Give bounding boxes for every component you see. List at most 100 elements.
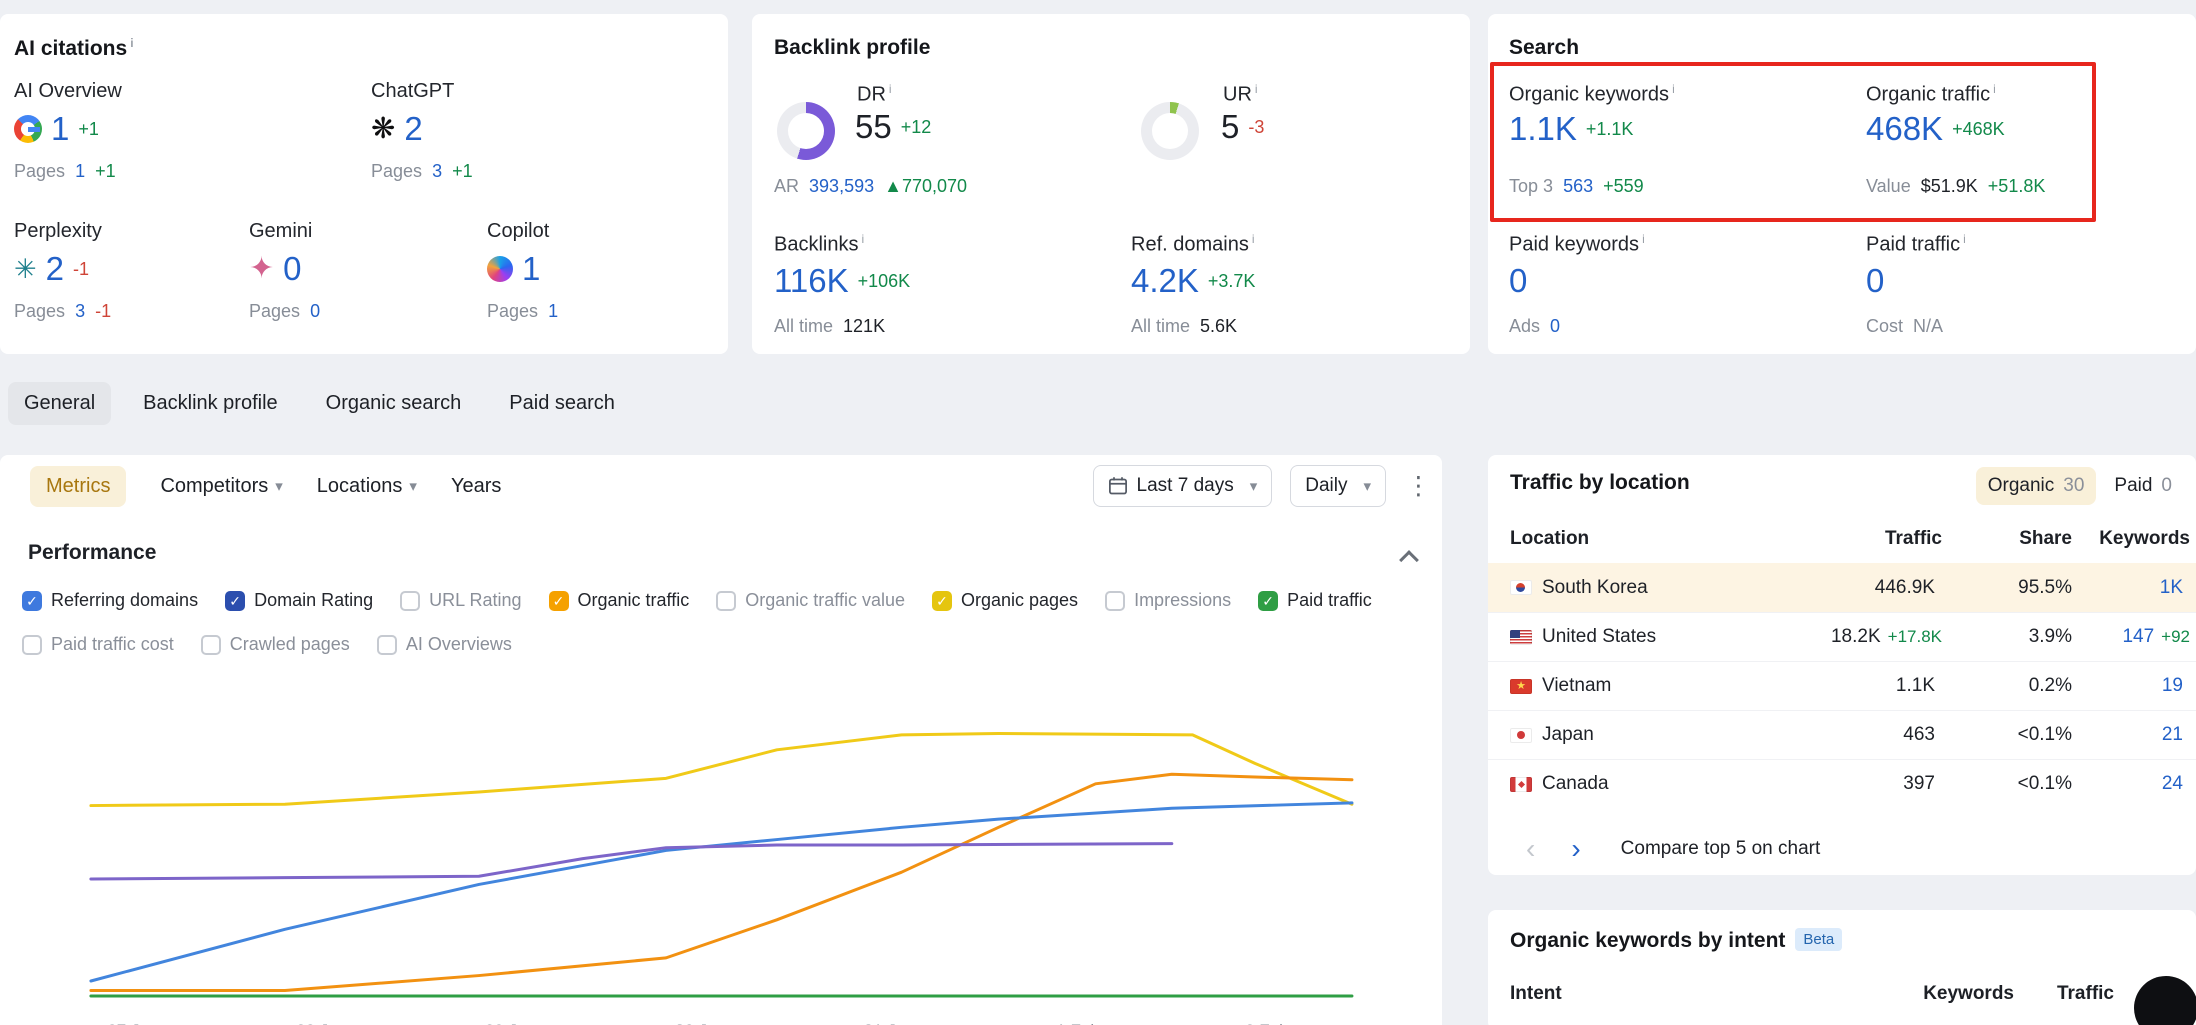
prev-page-icon[interactable]: [1526, 835, 1535, 863]
pages-value[interactable]: 1: [548, 301, 558, 321]
keywords-link[interactable]: 24: [2162, 773, 2183, 794]
organic-keywords-value[interactable]: 1.1K: [1509, 112, 1577, 147]
years-button[interactable]: Years: [451, 475, 501, 498]
paid-traffic-value[interactable]: 0: [1866, 264, 1884, 299]
alltime-value: 5.6K: [1200, 316, 1237, 336]
metric-toggle[interactable]: Impressions: [1105, 590, 1231, 611]
ads-label: Ads: [1509, 316, 1540, 336]
citations-value[interactable]: 2: [404, 112, 422, 147]
paid-keywords-value[interactable]: 0: [1509, 264, 1527, 299]
organic-keywords-label: Organic keywords: [1509, 84, 1669, 106]
top3-value[interactable]: 563: [1563, 176, 1593, 196]
info-icon[interactable]: [889, 82, 892, 96]
organic-traffic-value[interactable]: 468K: [1866, 112, 1943, 147]
info-icon[interactable]: [1252, 232, 1255, 246]
citations-value[interactable]: 2: [46, 252, 64, 287]
competitors-dropdown[interactable]: Competitors: [160, 475, 282, 498]
metric-toggle[interactable]: Crawled pages: [201, 634, 350, 655]
metric-checkbox[interactable]: [716, 591, 736, 611]
performance-title: Performance: [28, 541, 156, 565]
metric-toggle[interactable]: URL Rating: [400, 590, 521, 611]
x-axis-label: 1 Feb: [1056, 1021, 1099, 1025]
ads-value[interactable]: 0: [1550, 316, 1560, 336]
location-row[interactable]: Japan 463 <0.1% 21: [1488, 710, 2196, 759]
metric-toggle[interactable]: Domain Rating: [225, 590, 373, 611]
metric-checkbox[interactable]: [400, 591, 420, 611]
citations-value[interactable]: 1: [522, 252, 540, 287]
pages-value[interactable]: 1: [75, 161, 85, 181]
next-page-icon[interactable]: [1571, 835, 1580, 863]
info-icon[interactable]: [1993, 82, 1996, 96]
keywords-link[interactable]: 1K: [2160, 577, 2183, 598]
ref-domains-value[interactable]: 4.2K: [1131, 264, 1199, 299]
value-amount: $51.9K: [1921, 176, 1978, 196]
collapse-chevron-icon[interactable]: [1399, 550, 1419, 570]
granularity-selector[interactable]: Daily: [1290, 465, 1386, 507]
pages-value[interactable]: 3: [75, 301, 85, 321]
metric-toggle[interactable]: Paid traffic cost: [22, 634, 174, 655]
metric-checkbox[interactable]: [549, 591, 569, 611]
info-icon[interactable]: [130, 36, 133, 50]
metric-label: Paid traffic cost: [51, 634, 174, 655]
tab-organic-search[interactable]: Organic search: [310, 382, 478, 425]
ar-label: AR: [774, 176, 799, 196]
pages-label: Pages: [371, 161, 422, 181]
info-icon[interactable]: [1255, 82, 1258, 96]
keywords-link[interactable]: 147: [2122, 626, 2154, 647]
metric-toggle[interactable]: Organic pages: [932, 590, 1078, 611]
info-icon[interactable]: [861, 232, 864, 246]
organic-toggle[interactable]: Organic 30: [1976, 467, 2097, 505]
metric-label: Referring domains: [51, 590, 198, 611]
location-row[interactable]: Vietnam 1.1K 0.2% 19: [1488, 661, 2196, 710]
citations-value[interactable]: 0: [283, 252, 301, 287]
platform-name: Copilot: [487, 220, 563, 243]
series-domain-rating: [91, 844, 1172, 879]
metric-label: Crawled pages: [230, 634, 350, 655]
location-row[interactable]: South Korea 446.9K 95.5% 1K: [1488, 563, 2196, 612]
traffic-value: 18.2K: [1831, 626, 1881, 647]
info-icon[interactable]: [1672, 82, 1675, 96]
metric-checkbox[interactable]: [377, 635, 397, 655]
keywords-link[interactable]: 19: [2162, 675, 2183, 696]
pages-delta: -1: [95, 301, 111, 321]
tab-backlink-profile[interactable]: Backlink profile: [127, 382, 294, 425]
info-icon[interactable]: [1642, 232, 1645, 246]
pages-label: Pages: [14, 161, 65, 181]
metric-checkbox[interactable]: [225, 591, 245, 611]
locations-dropdown[interactable]: Locations: [317, 475, 417, 498]
tab-paid-search[interactable]: Paid search: [493, 382, 631, 425]
ai-item-perplexity: Perplexity 2 -1 Pages 3 -1: [14, 220, 116, 322]
metric-checkbox[interactable]: [1105, 591, 1125, 611]
metric-checkbox[interactable]: [932, 591, 952, 611]
location-row[interactable]: Canada 397 <0.1% 24: [1488, 759, 2196, 808]
paid-toggle[interactable]: Paid 0: [2102, 467, 2184, 505]
metric-toggle[interactable]: Paid traffic: [1258, 590, 1372, 611]
backlinks-label: Backlinks: [774, 234, 858, 256]
card-title: Organic keywords by intent: [1510, 929, 1785, 952]
share-value: <0.1%: [1942, 724, 2072, 746]
backlinks-value[interactable]: 116K: [774, 264, 849, 299]
more-options-icon[interactable]: [1406, 474, 1426, 499]
metric-toggle[interactable]: Organic traffic: [549, 590, 690, 611]
pages-value[interactable]: 3: [432, 161, 442, 181]
organic-count: 30: [2063, 475, 2084, 497]
metrics-button[interactable]: Metrics: [30, 466, 126, 507]
pages-value[interactable]: 0: [310, 301, 320, 321]
info-icon[interactable]: [1963, 232, 1966, 246]
location-row[interactable]: United States 18.2K+17.8K 3.9% 147+92: [1488, 612, 2196, 661]
metric-checkbox[interactable]: [1258, 591, 1278, 611]
citations-value[interactable]: 1: [51, 112, 69, 147]
metric-toggle[interactable]: AI Overviews: [377, 634, 512, 655]
date-range-selector[interactable]: Last 7 days: [1093, 465, 1273, 507]
metric-toggle[interactable]: Organic traffic value: [716, 590, 905, 611]
metric-label: Impressions: [1134, 590, 1231, 611]
ur-label: UR: [1223, 84, 1252, 106]
ar-value[interactable]: 393,593: [809, 176, 874, 196]
metric-toggle[interactable]: Referring domains: [22, 590, 198, 611]
metric-checkbox[interactable]: [22, 591, 42, 611]
metric-checkbox[interactable]: [201, 635, 221, 655]
keywords-link[interactable]: 21: [2162, 724, 2183, 745]
metric-checkbox[interactable]: [22, 635, 42, 655]
organic-toggle-label: Organic: [1988, 475, 2055, 497]
tab-general[interactable]: General: [8, 382, 111, 425]
